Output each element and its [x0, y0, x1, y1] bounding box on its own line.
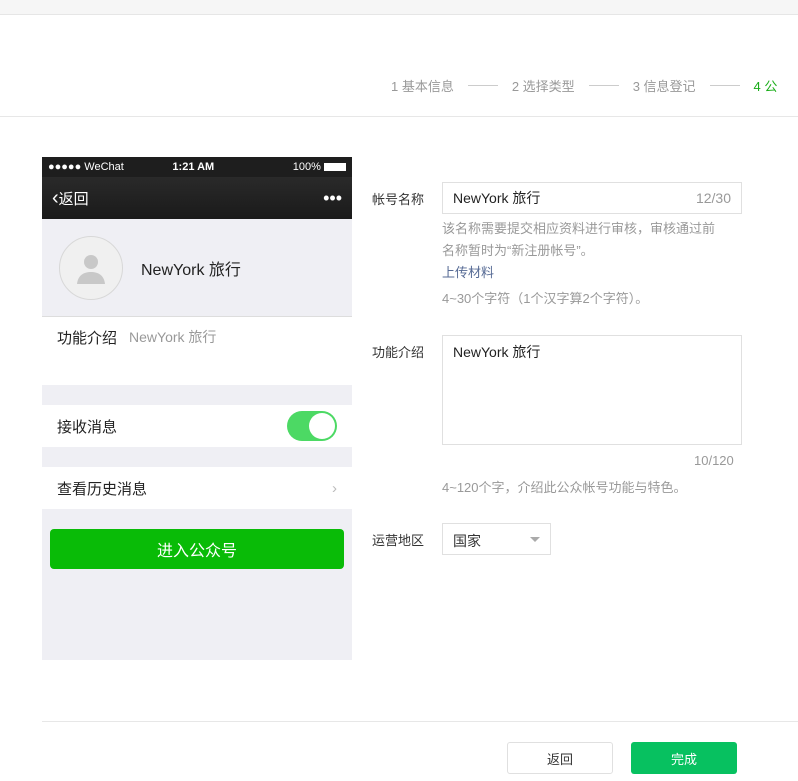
time: 1:21 AM [172, 161, 215, 173]
step-2: 2 选择类型 [511, 79, 575, 94]
region-label: 运营地区 [372, 533, 425, 548]
step-indicator: 1 基本信息 2 选择类型 3 信息登记 4 公 [391, 76, 777, 95]
back-link: ‹返回 [52, 186, 89, 209]
receive-row: 接收消息 [42, 405, 352, 447]
chevron-left-icon: ‹ [52, 186, 59, 209]
history-label: 查看历史消息 [57, 480, 148, 498]
step-4: 4 公 [753, 79, 778, 94]
caret-down-icon [530, 537, 540, 547]
user-icon [77, 254, 105, 284]
battery: 100% [292, 161, 321, 173]
receive-label: 接收消息 [57, 418, 118, 436]
name-label: 帐号名称 [372, 192, 425, 207]
phone-preview: ●●●●● WeChat 1:21 AM 100% ‹返回 ••• NewYor… [42, 157, 352, 660]
divider [42, 721, 798, 722]
intro-textarea[interactable]: NewYork 旅行 [442, 335, 742, 445]
step-3: 3 信息登记 [632, 79, 696, 94]
avatar [59, 235, 123, 300]
status-bar: ●●●●● WeChat 1:21 AM 100% [42, 157, 352, 177]
profile-header: NewYork 旅行 [42, 219, 352, 317]
enter-account-button: 进入公众号 [50, 529, 344, 569]
receive-toggle [287, 411, 337, 441]
battery-icon [324, 163, 346, 172]
intro-counter: 10/120 [694, 453, 734, 468]
back-button[interactable]: 返回 [507, 742, 613, 774]
name-counter: 12/30 [695, 190, 731, 206]
intro-value: NewYork 旅行 [129, 329, 217, 345]
intro-rule: 4~120个字，介绍此公众帐号功能与特色。 [442, 480, 687, 495]
nav-bar: ‹返回 ••• [42, 177, 352, 219]
carrier: ●●●●● WeChat [48, 161, 124, 173]
step-1: 1 基本信息 [391, 79, 454, 94]
region-select[interactable]: 国家 [442, 523, 551, 555]
account-name: NewYork 旅行 [141, 261, 241, 279]
upload-link[interactable]: 上传材料 [442, 262, 715, 284]
intro-label: 功能介绍 [372, 345, 425, 360]
chevron-right-icon: › [332, 479, 337, 497]
divider [0, 116, 798, 117]
account-name-input[interactable]: NewYork 旅行 12/30 [442, 182, 742, 214]
done-button[interactable]: 完成 [631, 742, 737, 774]
history-row: 查看历史消息 › [42, 467, 352, 509]
intro-row: 功能介绍 NewYork 旅行 [42, 317, 352, 385]
top-bar [0, 0, 798, 15]
intro-label: 功能介绍 [57, 330, 118, 347]
name-hint: 该名称需要提交相应资料进行审核，审核通过前 名称暂时为“新注册帐号”。 上传材料 … [442, 221, 716, 306]
more-icon: ••• [323, 187, 342, 208]
